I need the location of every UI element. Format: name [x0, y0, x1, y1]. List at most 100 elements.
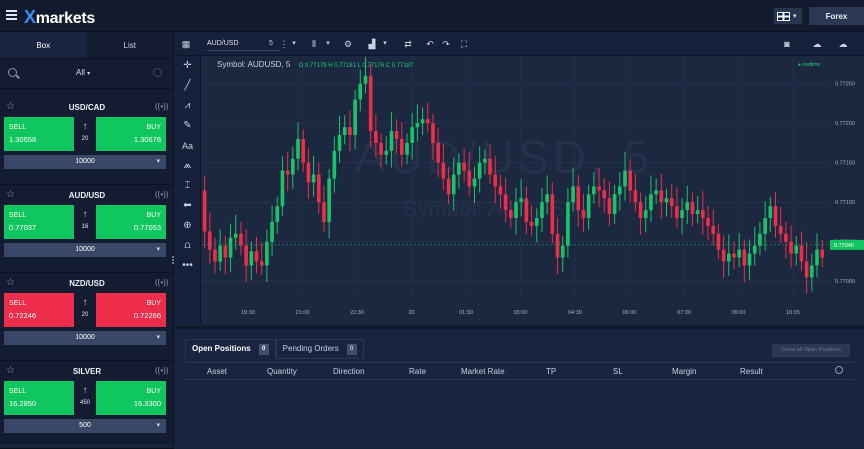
- candle-body[interactable]: [592, 186, 596, 195]
- candle-body[interactable]: [732, 253, 736, 258]
- candle-body[interactable]: [737, 249, 741, 258]
- candle-body[interactable]: [607, 198, 612, 215]
- column-header[interactable]: Direction: [333, 367, 365, 376]
- candle-body[interactable]: [207, 231, 212, 250]
- candle-body[interactable]: [643, 210, 648, 219]
- candle-body[interactable]: [550, 194, 555, 234]
- fib-icon[interactable]: ⩘: [175, 96, 200, 116]
- candle-body[interactable]: [228, 237, 233, 258]
- candle-body[interactable]: [259, 261, 264, 266]
- candle-body[interactable]: [311, 174, 316, 183]
- buy-button[interactable]: BUY 1.30678: [96, 117, 166, 151]
- candle-body[interactable]: [342, 127, 347, 136]
- candle-body[interactable]: [633, 190, 638, 203]
- candle-body[interactable]: [503, 194, 508, 211]
- candle-body[interactable]: [747, 253, 752, 266]
- candle-body[interactable]: [763, 218, 767, 234]
- candle-body[interactable]: [446, 178, 451, 195]
- candle-body[interactable]: [280, 170, 285, 207]
- candle-body[interactable]: [721, 249, 726, 262]
- candle-body[interactable]: [410, 127, 415, 143]
- settings-icon[interactable]: [835, 366, 843, 374]
- language-selector[interactable]: ▾: [774, 8, 802, 24]
- candle-body[interactable]: [415, 123, 420, 128]
- candle-body[interactable]: [716, 233, 721, 250]
- candle-body[interactable]: [726, 253, 731, 262]
- sell-button[interactable]: SELL 1.30658: [4, 117, 74, 151]
- price-axis[interactable]: 0.772500.772000.771500.771000.770500.770…: [830, 56, 864, 301]
- candle-body[interactable]: [701, 210, 705, 219]
- candle-body[interactable]: [265, 241, 269, 266]
- candle-body[interactable]: [431, 123, 435, 143]
- brush-icon[interactable]: ✎: [175, 116, 200, 136]
- candle-body[interactable]: [233, 233, 238, 238]
- search-icon[interactable]: [8, 68, 17, 77]
- quantity-selector[interactable]: 10000 ▾: [4, 155, 166, 169]
- cloud-upload-icon[interactable]: ☁: [834, 37, 852, 51]
- candle-body[interactable]: [275, 206, 280, 222]
- tab-pending-orders[interactable]: Pending Orders 0: [275, 339, 364, 359]
- category-filter[interactable]: All ▾: [76, 68, 90, 77]
- candle-body[interactable]: [680, 210, 684, 219]
- trend-line-icon[interactable]: ╱: [175, 76, 200, 96]
- indicators-icon[interactable]: ▟: [365, 37, 379, 51]
- candle-body[interactable]: [675, 206, 679, 219]
- candle-body[interactable]: [306, 162, 311, 183]
- candle-body[interactable]: [249, 251, 254, 266]
- more-tools-icon[interactable]: •••: [175, 256, 200, 276]
- candle-body[interactable]: [420, 119, 425, 124]
- candle-body[interactable]: [483, 158, 487, 163]
- candle-body[interactable]: [379, 142, 383, 155]
- text-tool-icon[interactable]: Aa: [175, 136, 200, 156]
- chevron-down-icon[interactable]: ▾: [323, 37, 333, 51]
- candle-body[interactable]: [493, 174, 498, 187]
- candle-body[interactable]: [218, 245, 222, 262]
- camera-icon[interactable]: ◙: [779, 37, 795, 51]
- quantity-selector[interactable]: 10000 ▾: [4, 331, 166, 345]
- candle-body[interactable]: [488, 158, 492, 175]
- candle-body[interactable]: [239, 233, 243, 246]
- sell-button[interactable]: SELL 16.2850: [4, 381, 74, 415]
- column-header[interactable]: SL: [613, 367, 623, 376]
- candle-body[interactable]: [327, 178, 331, 222]
- undo-icon[interactable]: ↶: [423, 37, 437, 51]
- candle-body[interactable]: [389, 131, 394, 151]
- candle-body[interactable]: [472, 178, 477, 187]
- candle-body[interactable]: [451, 174, 456, 195]
- candle-body[interactable]: [581, 210, 586, 219]
- candle-type-icon[interactable]: ⫴: [307, 37, 321, 51]
- zoom-in-icon[interactable]: ⊕: [175, 216, 200, 236]
- candle-body[interactable]: [368, 75, 373, 132]
- candle-body[interactable]: [296, 138, 300, 159]
- candle-body[interactable]: [202, 190, 207, 232]
- candle-body[interactable]: [602, 190, 607, 199]
- price-chart[interactable]: [202, 56, 830, 301]
- candle-body[interactable]: [348, 127, 352, 136]
- candle-body[interactable]: [815, 249, 819, 266]
- candle-body[interactable]: [758, 233, 762, 246]
- candle-body[interactable]: [597, 186, 601, 191]
- candle-body[interactable]: [623, 170, 627, 187]
- candle-body[interactable]: [768, 206, 773, 219]
- candle-body[interactable]: [820, 249, 825, 258]
- candle-body[interactable]: [794, 245, 799, 254]
- menu-icon[interactable]: [6, 10, 17, 20]
- sell-button[interactable]: SELL 0.72246: [4, 293, 74, 327]
- candle-body[interactable]: [778, 225, 783, 234]
- candle-body[interactable]: [254, 251, 259, 262]
- compare-icon[interactable]: ⇄: [401, 37, 415, 51]
- candle-body[interactable]: [462, 162, 466, 171]
- candle-body[interactable]: [337, 135, 342, 151]
- measure-icon[interactable]: ⌶: [175, 176, 200, 196]
- interval-selector[interactable]: 5: [265, 37, 277, 51]
- column-header[interactable]: Market Rate: [461, 367, 505, 376]
- candle-body[interactable]: [649, 194, 653, 211]
- candle-body[interactable]: [405, 142, 409, 155]
- quantity-selector[interactable]: 10000 ▾: [4, 243, 166, 257]
- candle-body[interactable]: [519, 198, 524, 203]
- candle-body[interactable]: [799, 245, 804, 262]
- candle-body[interactable]: [566, 202, 570, 246]
- candle-body[interactable]: [555, 233, 560, 258]
- chevron-down-icon[interactable]: ▾: [289, 37, 299, 51]
- buy-button[interactable]: BUY 0.77053: [96, 205, 166, 239]
